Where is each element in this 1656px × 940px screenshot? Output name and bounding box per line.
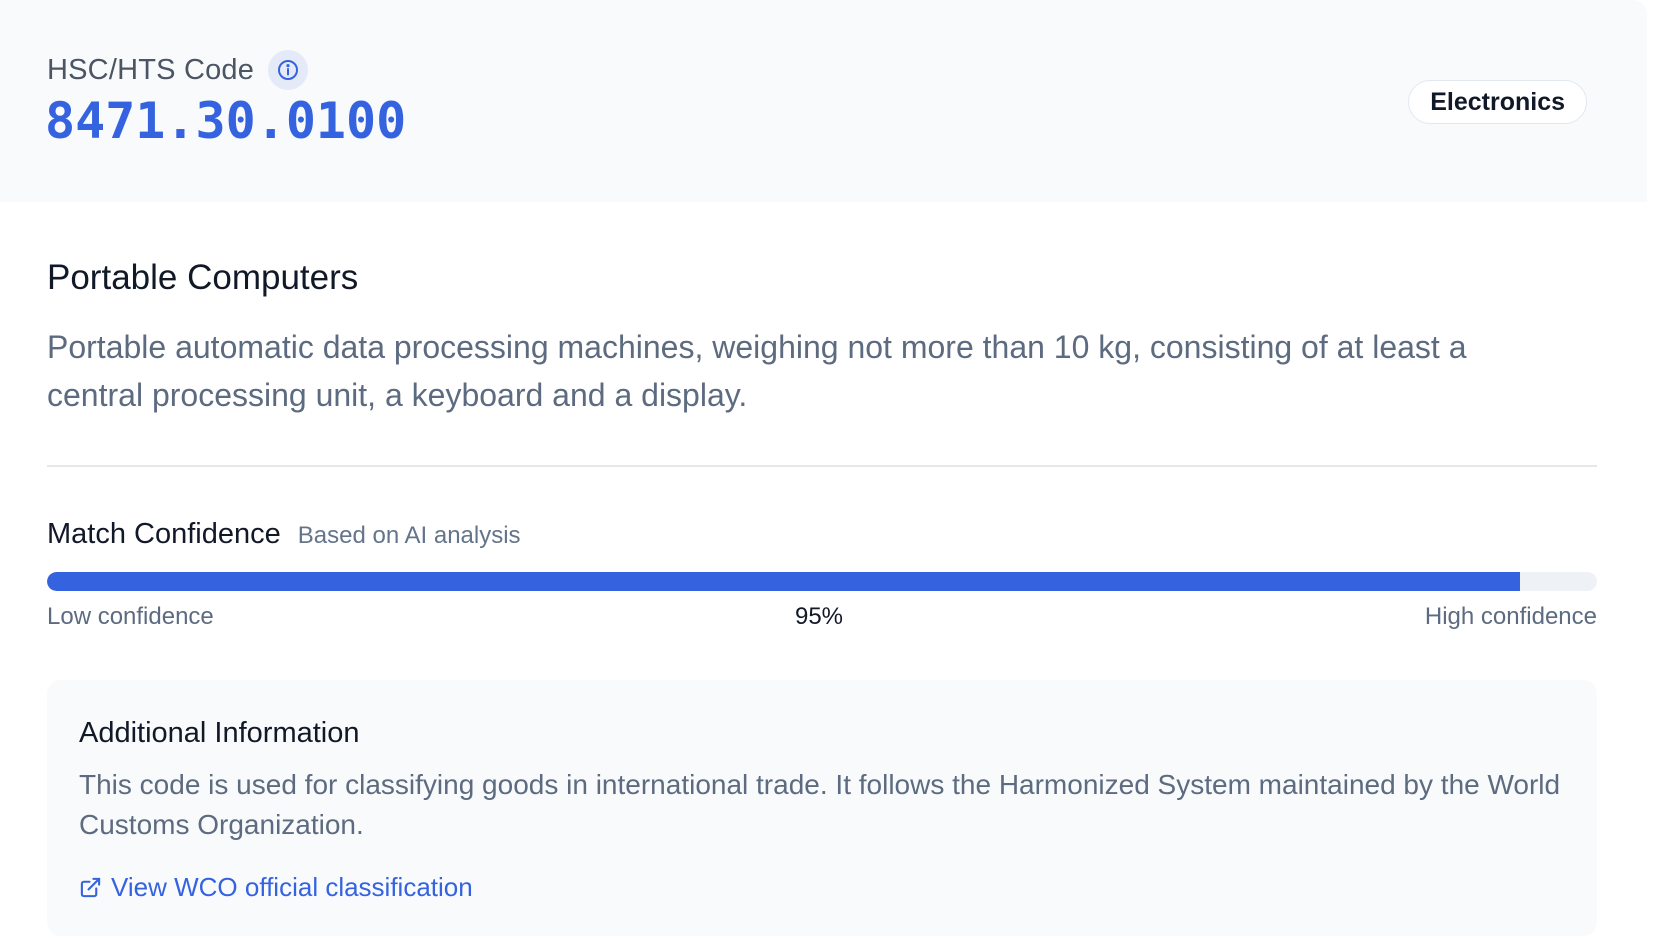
classification-card: HSC/HTS Code 8471.30.0100 Electronics Po… [0,0,1656,940]
category-badge: Electronics [1408,80,1587,124]
product-description: Portable automatic data processing machi… [47,329,1467,413]
product-title: Portable Computers [47,258,359,297]
confidence-header: Match Confidence Based on AI analysis [47,518,521,551]
code-header: HSC/HTS Code 8471.30.0100 Electronics [0,0,1647,202]
wco-classification-link[interactable]: View WCO official classification [79,872,473,903]
additional-info-panel: Additional Information This code is used… [47,680,1597,936]
info-button[interactable] [268,50,309,90]
code-label: HSC/HTS Code [47,53,255,86]
confidence-title: Match Confidence [47,518,281,550]
additional-info-text: This code is used for classifying goods … [79,769,1561,840]
hs-code-value: 8471.30.0100 [45,92,407,150]
confidence-progress-fill [47,572,1520,591]
section-divider [47,465,1597,467]
external-link-icon [80,877,101,898]
low-confidence-label: Low confidence [47,603,214,630]
additional-info-title: Additional Information [79,717,360,749]
info-circle-icon [278,60,299,80]
code-label-row: HSC/HTS Code [47,50,309,90]
wco-link-label: View WCO official classification [111,872,473,902]
confidence-subtitle: Based on AI analysis [297,522,521,549]
confidence-progress-track [47,572,1597,591]
high-confidence-label: High confidence [1424,603,1597,630]
confidence-percent: 95% [794,603,844,630]
